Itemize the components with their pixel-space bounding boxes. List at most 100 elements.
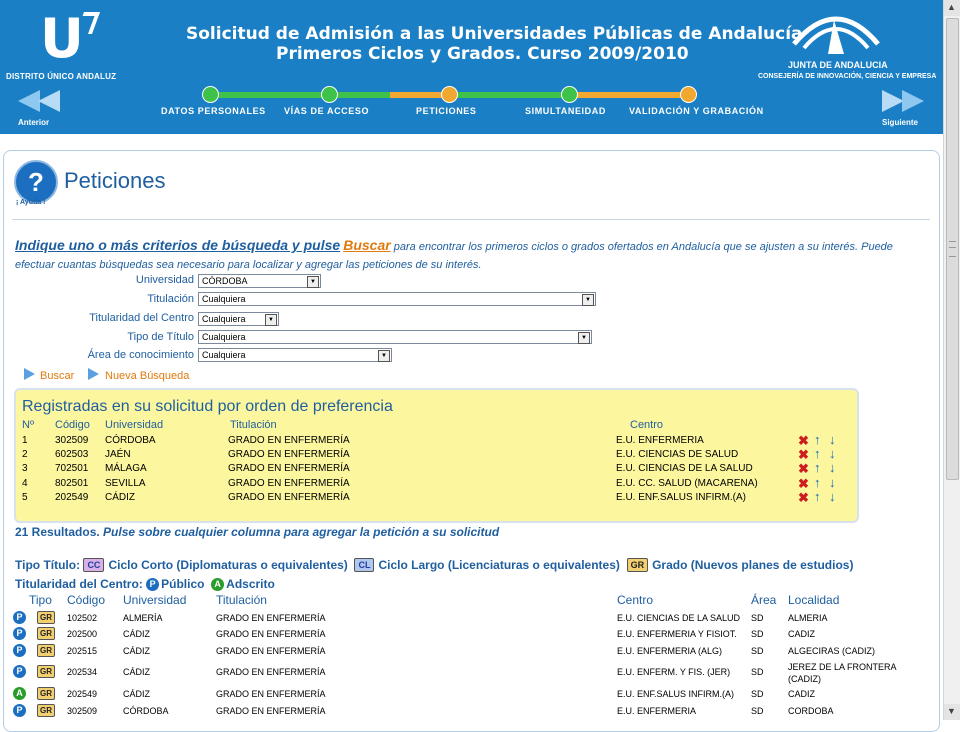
move-down-icon[interactable]: ↓ (829, 433, 836, 446)
move-up-icon[interactable]: ↑ (814, 461, 821, 474)
reg-code: 802501 (55, 478, 89, 489)
move-up-icon[interactable]: ↑ (814, 433, 821, 446)
res-univ: CÁDIZ (123, 667, 150, 677)
scroll-up-button[interactable]: ▲ (944, 0, 960, 16)
delete-icon[interactable]: ✖ (798, 462, 809, 475)
step-4-dot[interactable] (561, 86, 578, 103)
universidad-value: CÓRDOBA (202, 276, 248, 286)
step-3-dot[interactable] (441, 86, 458, 103)
move-up-icon[interactable]: ↑ (814, 476, 821, 489)
ciclo-largo-badge-icon: CL (354, 558, 375, 572)
reg-num: 1 (22, 435, 28, 446)
reg-num: 2 (22, 449, 28, 460)
res-center: E.U. ENFERMERIA (617, 706, 697, 716)
reg-code: 702501 (55, 463, 89, 474)
reg-degree: GRADO EN ENFERMERÍA (228, 463, 350, 474)
steps-progress-track (206, 92, 688, 98)
help-icon[interactable]: ? (14, 160, 58, 204)
grado-badge-icon: GR (37, 644, 55, 657)
results-hint: Pulse sobre cualquier columna para agreg… (103, 525, 500, 539)
distrito-unico-logo: U (40, 7, 84, 70)
res-header-center[interactable]: Centro (617, 593, 653, 607)
step-2-dot[interactable] (321, 86, 338, 103)
step-5-dot[interactable] (680, 86, 697, 103)
move-up-icon[interactable]: ↑ (814, 447, 821, 460)
grado-badge-icon: GR (37, 704, 55, 717)
grado-badge-icon: GR (626, 558, 649, 572)
junta-andalucia-emblem-icon (792, 16, 880, 54)
area-select[interactable]: Cualquiera ▼ (198, 348, 392, 362)
logo-text: DISTRITO ÚNICO ANDALUZ (6, 72, 117, 81)
res-univ: CÁDIZ (123, 646, 150, 656)
nav-prev-arrow-icon[interactable] (16, 90, 62, 112)
res-degree: GRADO EN ENFERMERÍA (216, 613, 326, 623)
res-degree: GRADO EN ENFERMERÍA (216, 646, 326, 656)
delete-icon[interactable]: ✖ (798, 448, 809, 461)
res-header-area[interactable]: Área (751, 593, 776, 607)
title-divider (12, 219, 930, 220)
titulacion-select[interactable]: Cualquiera ▼ (198, 292, 596, 306)
reg-degree: GRADO EN ENFERMERÍA (228, 478, 350, 489)
res-center: E.U. CIENCIAS DE LA SALUD (617, 613, 741, 623)
step-1-label[interactable]: DATOS PERSONALES (161, 106, 266, 116)
titulacion-label: Titulación (147, 293, 194, 305)
res-header-univ[interactable]: Universidad (123, 593, 186, 607)
new-search-button[interactable]: Nueva Búsqueda (105, 370, 189, 382)
res-area: SD (751, 613, 764, 623)
res-degree: GRADO EN ENFERMERÍA (216, 667, 326, 677)
res-header-tipo[interactable]: Tipo (29, 593, 52, 607)
step-1-dot[interactable] (202, 86, 219, 103)
universidad-select[interactable]: CÓRDOBA ▼ (198, 274, 321, 288)
search-button[interactable]: Buscar (40, 370, 74, 382)
titulacion-value: Cualquiera (202, 294, 246, 304)
step-3-label[interactable]: PETICIONES (416, 106, 477, 116)
step-2-label[interactable]: VÍAS DE ACCESO (284, 106, 369, 116)
delete-icon[interactable]: ✖ (798, 434, 809, 447)
titularidad-select[interactable]: Cualquiera ▼ (198, 312, 279, 326)
move-down-icon[interactable]: ↓ (829, 490, 836, 503)
delete-icon[interactable]: ✖ (798, 477, 809, 490)
app-header: U DISTRITO ÚNICO ANDALUZ Solicitud de Ad… (0, 0, 944, 134)
reg-header-degree: Titulación (230, 419, 277, 431)
step-4-label[interactable]: SIMULTANEIDAD (525, 106, 606, 116)
app-title-line2: Primeros Ciclos y Grados. Curso 2009/201… (276, 44, 689, 64)
legend-assigned-text: Adscrito (226, 577, 275, 591)
results-summary: 21 Resultados. Pulse sobre cualquier col… (15, 525, 499, 539)
res-header-locality[interactable]: Localidad (788, 593, 839, 607)
move-down-icon[interactable]: ↓ (829, 447, 836, 460)
delete-icon[interactable]: ✖ (798, 491, 809, 504)
reg-univ: MÁLAGA (105, 463, 147, 474)
move-down-icon[interactable]: ↓ (829, 461, 836, 474)
step-5-label[interactable]: VALIDACIÓN Y GRABACIÓN (629, 106, 764, 116)
chevron-down-icon: ▼ (582, 294, 594, 306)
tipo-titulo-select[interactable]: Cualquiera ▼ (198, 330, 592, 344)
move-down-icon[interactable]: ↓ (829, 476, 836, 489)
vertical-scrollbar[interactable]: ▲ ▼ (943, 0, 960, 720)
help-label[interactable]: ¡ Ayuda ! (16, 199, 45, 206)
res-degree: GRADO EN ENFERMERÍA (216, 689, 326, 699)
res-code: 302509 (67, 706, 98, 716)
nav-next-label[interactable]: Siguiente (882, 118, 918, 127)
nav-next-arrow-icon[interactable] (880, 90, 926, 112)
reg-code: 202549 (55, 492, 89, 503)
scroll-down-button[interactable]: ▼ (944, 704, 960, 720)
move-up-icon[interactable]: ↑ (814, 490, 821, 503)
grado-badge-icon: GR (37, 687, 55, 700)
area-label: Área de conocimiento (87, 349, 194, 361)
reg-univ: SEVILLA (105, 478, 146, 489)
play-icon (88, 368, 99, 380)
res-center: E.U. ENFERMERIA (ALG) (617, 646, 723, 656)
chevron-down-icon: ▼ (265, 314, 277, 326)
res-area: SD (751, 629, 764, 639)
ownership-legend: Titularidad del Centro: P Público A Adscri… (15, 577, 275, 591)
public-icon: P (13, 611, 26, 624)
app-title-line1: Solicitud de Admisión a las Universidade… (186, 24, 803, 44)
nav-prev-label[interactable]: Anterior (18, 118, 49, 127)
reg-code: 302509 (55, 435, 89, 446)
res-area: SD (751, 667, 764, 677)
res-header-code[interactable]: Código (67, 593, 105, 607)
res-header-degree[interactable]: Titulación (216, 593, 267, 607)
scroll-thumb[interactable] (946, 18, 959, 480)
legend-gr-text: Grado (Nuevos planes de estudios) (652, 558, 854, 572)
scroll-up-icon: ▲ (947, 2, 956, 12)
